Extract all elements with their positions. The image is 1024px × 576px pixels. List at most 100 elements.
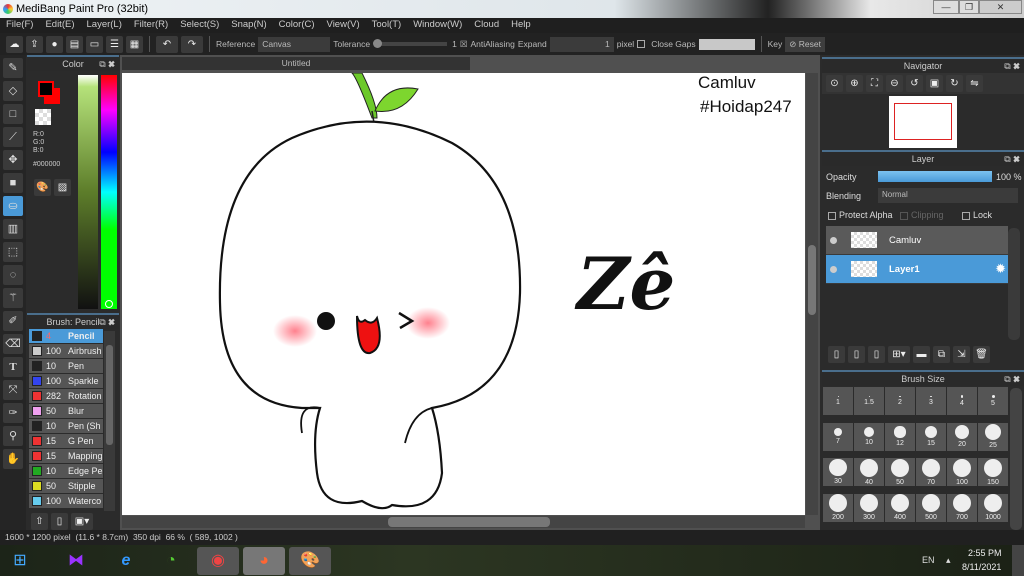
menu-edit[interactable]: Edit(E) [39,18,80,33]
share-icon[interactable]: ⇪ [26,35,43,53]
drawing-canvas[interactable]: Camluv #Hoidap247 Zê [122,73,805,515]
gradient-tool-icon[interactable]: ▥ [3,219,23,239]
operation-tool-icon[interactable]: ⤧ [3,380,23,400]
brush-size-option[interactable]: 10 [854,422,884,451]
brush-item[interactable]: 100 Airbrush [29,344,103,359]
visibility-toggle[interactable] [830,236,837,244]
layer-scrollbar[interactable] [1008,228,1020,340]
expand-input[interactable]: 1 [549,36,614,52]
lasso-tool-icon[interactable]: ◌ [3,265,23,285]
brush-item[interactable]: 10 Edge Pe [29,464,103,479]
cloud-brush-icon[interactable]: ⇧ [31,513,48,530]
horizontal-scrollbar[interactable] [122,516,805,528]
menu-view[interactable]: View(V) [321,18,366,33]
redo-icon[interactable]: ↷ [181,35,203,53]
clock-date[interactable]: 8/11/2021 [962,562,1001,572]
brush-item[interactable]: 100 Sparkle [29,374,103,389]
select-eraser-tool-icon[interactable]: ⌫ [3,334,23,354]
menu-layer[interactable]: Layer(L) [81,18,128,33]
zoom-actual-icon[interactable]: ⊙ [826,75,843,92]
brush-size-option[interactable]: 2 [885,387,915,415]
show-desktop-button[interactable] [1012,545,1024,576]
saturation-slider[interactable] [78,75,98,309]
brush-size-option[interactable]: 40 [854,458,884,486]
brush-size-option[interactable]: 20 [947,422,977,451]
brush-size-option[interactable]: 1 [823,387,853,415]
brush-size-option[interactable]: 150 [978,458,1008,486]
clipping-checkbox[interactable] [900,211,908,220]
eyedropper-tool-icon[interactable]: ⚲ [3,426,23,446]
document-icon[interactable]: ▭ [86,35,103,53]
antialiasing-checkbox[interactable]: ☒ [460,39,468,50]
magic-wand-tool-icon[interactable]: ⚚ [3,288,23,308]
move-tool-icon[interactable]: ✥ [3,150,23,170]
brush-size-option[interactable]: 5 [978,387,1008,415]
ie-icon[interactable]: e [105,547,147,575]
merge-layer-icon[interactable]: ⇲ [953,346,970,363]
rotate-left-icon[interactable]: ↺ [906,75,923,92]
protect-alpha-checkbox[interactable] [828,211,836,220]
blending-select[interactable]: Normal [878,188,1018,203]
cloud-icon[interactable]: ☁ [6,35,23,53]
new-brush-icon[interactable]: ▯ [51,513,68,530]
brush-size-option[interactable]: 1.5 [854,387,884,415]
hand-tool-icon[interactable]: ✋ [3,449,23,469]
fill-rect-tool-icon[interactable]: ■ [3,173,23,193]
folder-icon[interactable]: ▬ [913,346,930,363]
brush-size-option[interactable]: 700 [947,493,977,522]
panel-close-icon[interactable]: ⧉ ✖ [99,315,115,329]
close-gaps-field[interactable] [698,38,755,50]
layer-row[interactable]: Layer1 ✹ [826,255,1008,284]
menu-select[interactable]: Select(S) [174,18,225,33]
panel-close-icon[interactable]: ⧉ ✖ [1004,152,1020,166]
hue-slider[interactable] [101,75,117,309]
brush-size-option[interactable]: 400 [885,493,915,522]
layer-settings-icon[interactable]: ✹ [995,261,1006,277]
flip-icon[interactable]: ⇋ [966,75,983,92]
medibang-icon[interactable]: ◕ [243,547,285,575]
tolerance-slider[interactable] [373,39,448,48]
message-icon[interactable]: ▤ [66,35,83,53]
brush-size-option[interactable]: 500 [916,493,946,522]
duplicate-layer-icon[interactable]: ⧉ [933,346,950,363]
opacity-slider[interactable] [878,171,992,182]
brush-item[interactable]: 15 G Pen [29,434,103,449]
brush-size-option[interactable]: 50 [885,458,915,486]
tray-arrow-icon[interactable]: ▴ [946,555,951,566]
brush-list-scrollbar[interactable] [104,331,115,511]
divide-tool-icon[interactable]: ✑ [3,403,23,423]
brush-size-option[interactable]: 70 [916,458,946,486]
menu-color[interactable]: Color(C) [273,18,321,33]
shape-tool-icon[interactable]: □ [3,104,23,124]
new-1bit-layer-icon[interactable]: ▯ [868,346,885,363]
layer-row[interactable]: Camluv [826,226,1008,255]
rotate-right-icon[interactable]: ↻ [946,75,963,92]
brush-item[interactable]: 50 Blur [29,404,103,419]
menu-help[interactable]: Help [505,18,537,33]
kodi-icon[interactable]: ⧓ [55,547,97,575]
menu-window[interactable]: Window(W) [407,18,468,33]
color-settings-icon[interactable]: ▨ [54,179,71,196]
bucket-tool-icon[interactable]: ⛀ [3,196,23,216]
menu-cloud[interactable]: Cloud [468,18,505,33]
brush-item[interactable]: 50 Stipple [29,479,103,494]
brush-size-option[interactable]: 7 [823,422,853,451]
close-button[interactable]: ✕ [979,0,1022,14]
fit-window-icon[interactable]: ▣ [926,75,943,92]
grid-icon[interactable]: ▦ [126,35,143,53]
menu-tool[interactable]: Tool(T) [366,18,408,33]
language-indicator[interactable]: EN [922,555,935,565]
delete-layer-icon[interactable]: 🗑 [973,346,990,363]
brush-size-option[interactable]: 3 [916,387,946,415]
comment-icon[interactable]: ● [46,35,63,53]
reset-button[interactable]: ⊘ Reset [785,36,825,52]
start-button-icon[interactable]: ⊞ [2,547,38,575]
brush-size-option[interactable]: 30 [823,458,853,486]
palette-icon[interactable]: 🎨 [34,179,51,196]
brush-size-option[interactable]: 12 [885,422,915,451]
chrome-icon[interactable]: ◉ [197,547,239,575]
text-tool-icon[interactable]: T [3,357,23,377]
brush-size-option[interactable]: 200 [823,493,853,522]
brush-item[interactable]: 4 Pencil [29,329,103,344]
brush-item[interactable]: 10 Pen [29,359,103,374]
